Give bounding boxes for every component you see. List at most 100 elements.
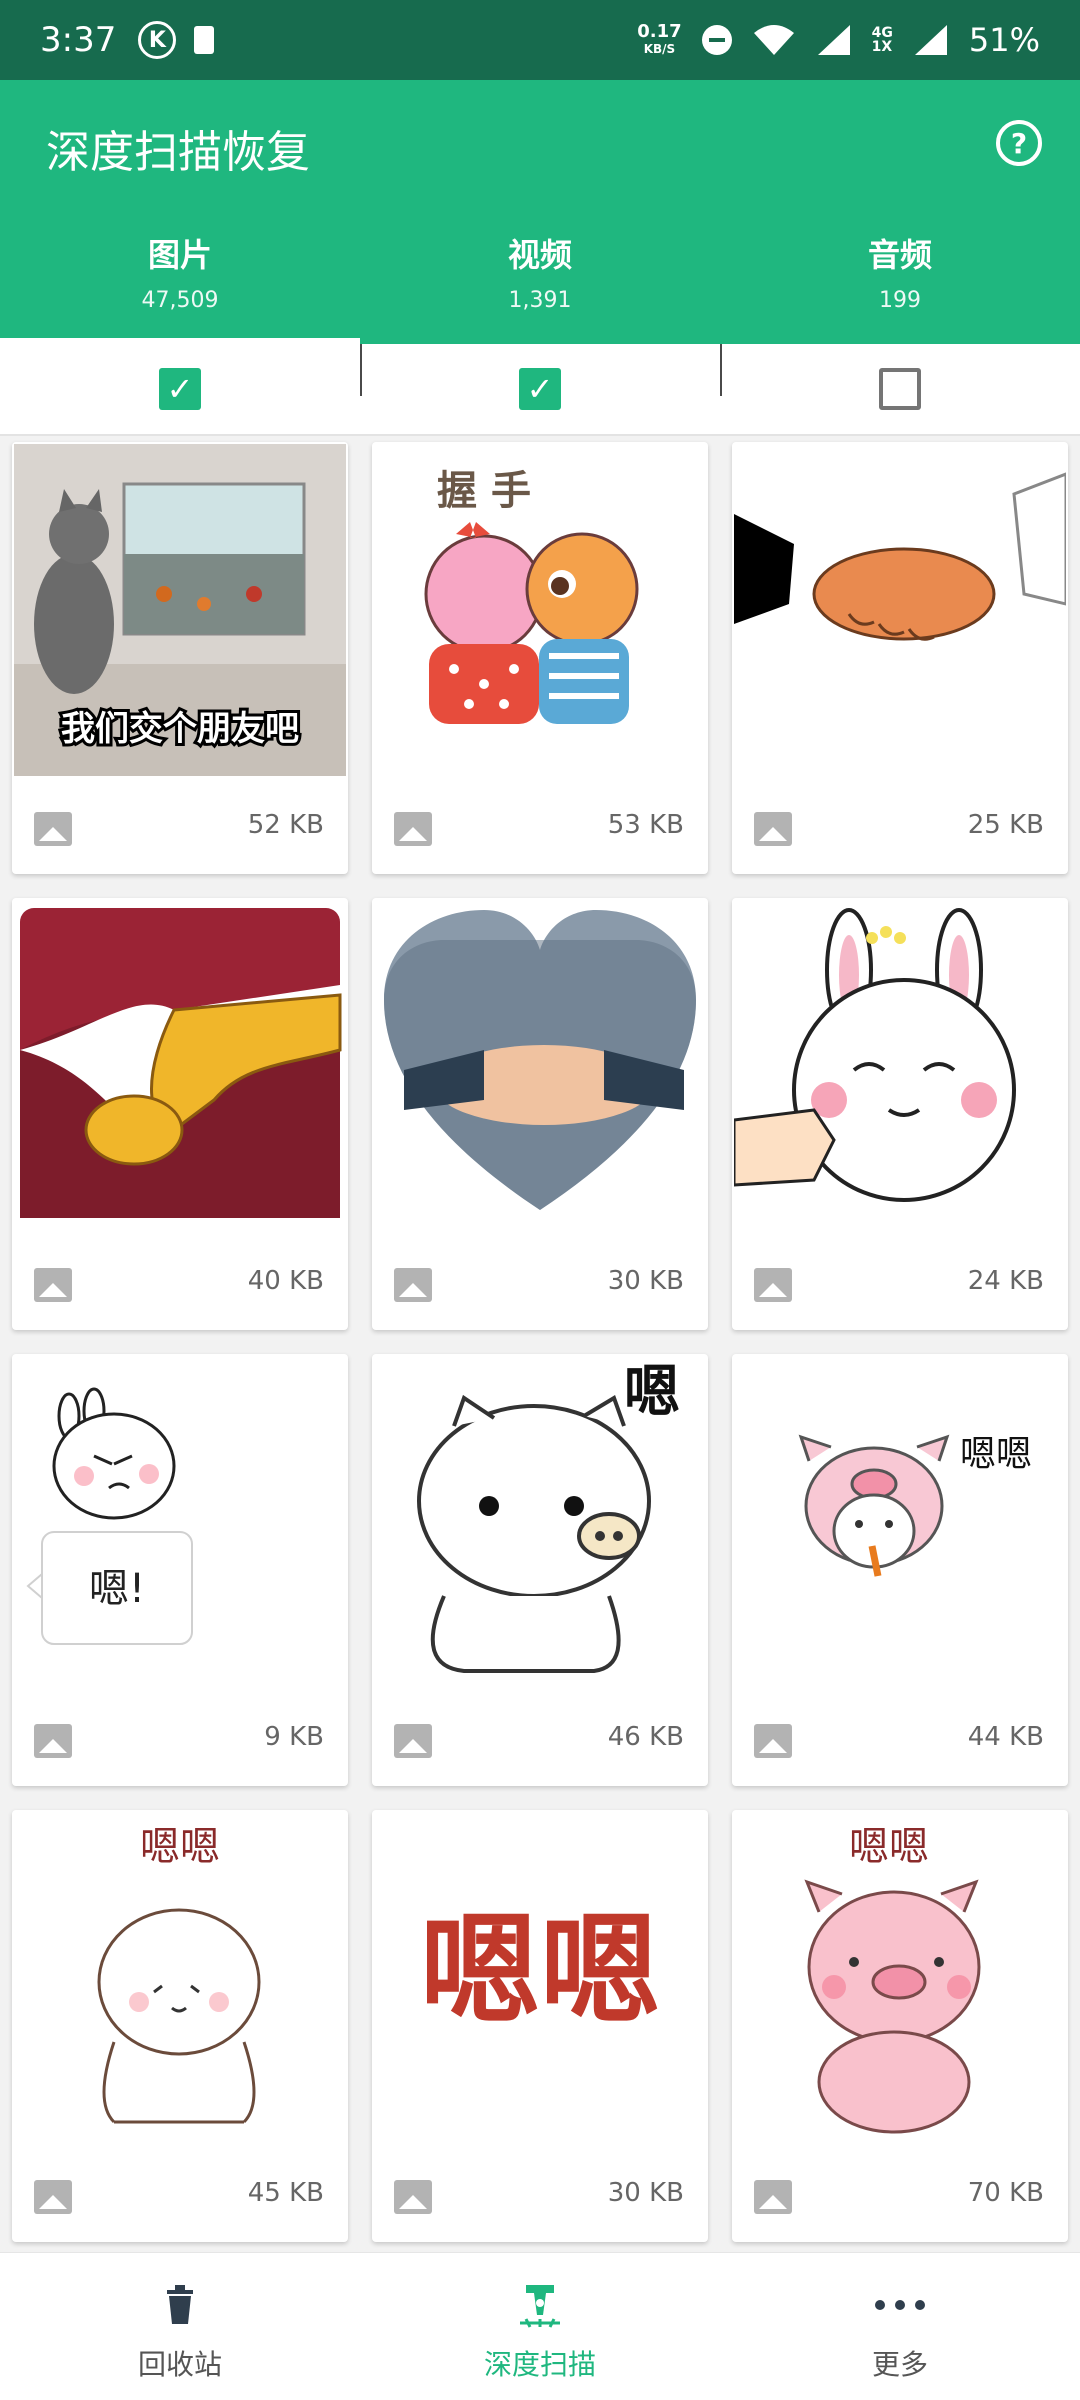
image-thumbnail [734, 900, 1066, 1232]
thumbnail-caption: 嗯! [89, 1566, 145, 1612]
scan-icon [516, 2281, 564, 2329]
image-card[interactable]: 嗯嗯 44 KB [732, 1354, 1068, 1786]
nav-more[interactable]: 更多 [720, 2253, 1080, 2400]
image-card[interactable]: 嗯! 9 KB [12, 1354, 348, 1786]
signal-icon [817, 25, 850, 55]
file-size: 24 KB [967, 1266, 1044, 1296]
image-card[interactable]: 嗯 46 KB [372, 1354, 708, 1786]
image-type-icon [394, 2180, 432, 2214]
images-checkbox[interactable]: ✓ [159, 368, 201, 410]
image-type-icon [34, 812, 72, 846]
status-time: 3:37 [40, 20, 117, 60]
image-thumbnail: 嗯 [374, 1356, 706, 1688]
image-thumbnail: 嗯嗯 [14, 1812, 346, 2144]
battery-percentage: 51% [968, 21, 1040, 59]
tab-images[interactable]: 图片 47,509 [0, 218, 360, 344]
file-size: 9 KB [264, 1722, 324, 1752]
videos-checkbox[interactable]: ✓ [519, 368, 561, 410]
file-size: 70 KB [967, 2178, 1044, 2208]
status-right: 0.17 KB/S 4G 1X 51% [637, 21, 1040, 59]
videos-checkbox-cell: ✓ [360, 344, 720, 434]
page-title: 深度扫描恢复 [46, 127, 310, 178]
tab-count: 1,391 [508, 288, 572, 313]
file-size: 45 KB [247, 2178, 324, 2208]
image-type-icon [754, 1724, 792, 1758]
image-card[interactable]: 40 KB [12, 898, 348, 1330]
nav-label: 回收站 [137, 2348, 222, 2381]
trash-icon [165, 2281, 195, 2329]
thumbnail-caption: 嗯嗯 [960, 1434, 1032, 1475]
signal-2-icon [914, 25, 947, 55]
file-size: 30 KB [607, 1266, 684, 1296]
thumbnail-caption: 嗯嗯 [849, 1824, 929, 1870]
file-size: 30 KB [607, 2178, 684, 2208]
image-thumbnail [374, 900, 706, 1232]
file-size: 44 KB [967, 1722, 1044, 1752]
image-type-icon [394, 1724, 432, 1758]
image-card[interactable]: 握 手 53 KB [372, 442, 708, 874]
images-checkbox-cell: ✓ [0, 344, 360, 434]
type-filter-row: ✓ ✓ [0, 344, 1080, 436]
image-card[interactable]: 嗯嗯 45 KB [12, 1810, 348, 2242]
thumbnail-caption: 握 手 [437, 468, 531, 514]
file-size: 46 KB [607, 1722, 684, 1752]
more-icon [874, 2281, 926, 2329]
file-size: 25 KB [967, 810, 1044, 840]
image-thumbnail: 握 手 [374, 444, 706, 776]
image-thumbnail: 嗯嗯 [734, 1356, 1066, 1688]
image-card[interactable]: 嗯嗯 30 KB [372, 1810, 708, 2242]
network-speed: 0.17 KB/S [637, 20, 682, 57]
thumbnail-caption: 我们交个朋友吧 [61, 709, 299, 749]
audio-checkbox[interactable] [879, 368, 921, 410]
image-thumbnail: 嗯嗯 [374, 1812, 706, 2144]
image-type-icon [754, 1268, 792, 1302]
tab-count: 199 [879, 288, 921, 313]
tab-count: 47,509 [141, 288, 219, 313]
image-card[interactable]: 我们交个朋友吧 52 KB [12, 442, 348, 874]
tab-label: 音频 [867, 236, 932, 274]
nav-recycle-bin[interactable]: 回收站 [0, 2253, 360, 2400]
image-type-icon [394, 1268, 432, 1302]
image-type-icon [34, 2180, 72, 2214]
image-card[interactable]: 30 KB [372, 898, 708, 1330]
image-card[interactable]: 嗯嗯 70 KB [732, 1810, 1068, 2242]
image-type-icon [394, 812, 432, 846]
image-thumbnail: 我们交个朋友吧 [14, 444, 346, 776]
image-type-icon [34, 1268, 72, 1302]
image-thumbnail [14, 900, 346, 1232]
file-size: 40 KB [247, 1266, 324, 1296]
image-thumbnail: 嗯嗯 [734, 1812, 1066, 2144]
k-app-icon: K [138, 21, 177, 59]
network-sub: 1X [871, 39, 893, 55]
type-tabs: 图片 47,509 视频 1,391 音频 199 [0, 218, 1080, 344]
image-type-icon [34, 1724, 72, 1758]
nav-deep-scan[interactable]: 深度扫描 [360, 2253, 720, 2400]
audio-checkbox-cell [720, 344, 1080, 434]
thumbnail-caption: 嗯嗯 [420, 1902, 660, 2041]
do-not-disturb-icon [701, 25, 732, 55]
app-bar: 深度扫描恢复 ? 图片 47,509 视频 1,391 音频 199 [0, 80, 1080, 344]
image-thumbnail: 嗯! [14, 1356, 346, 1688]
image-card[interactable]: 24 KB [732, 898, 1068, 1330]
network-speed-value: 0.17 [637, 20, 682, 42]
file-size: 52 KB [247, 810, 324, 840]
image-card[interactable]: 25 KB [732, 442, 1068, 874]
image-type-icon [754, 812, 792, 846]
network-speed-unit: KB/S [643, 41, 676, 56]
thumbnail-caption: 嗯嗯 [140, 1824, 220, 1870]
tab-audio[interactable]: 音频 199 [720, 218, 1080, 344]
tab-label: 图片 [147, 236, 212, 274]
nav-label: 更多 [871, 2348, 928, 2381]
status-bar: 3:37 K 0.17 KB/S 4G 1X 51% [0, 0, 1080, 80]
nav-label: 深度扫描 [483, 2348, 596, 2381]
bottom-nav: 回收站 深度扫描 更多 [0, 2252, 1080, 2400]
wifi-icon [753, 25, 794, 55]
file-size: 53 KB [607, 810, 684, 840]
network-type: 4G 1X [872, 26, 893, 54]
image-type-icon [754, 2180, 792, 2214]
tab-videos[interactable]: 视频 1,391 [360, 218, 720, 344]
sim-card-icon [194, 26, 215, 54]
tab-label: 视频 [507, 236, 572, 274]
image-thumbnail [734, 444, 1066, 776]
help-icon[interactable]: ? [996, 120, 1042, 166]
